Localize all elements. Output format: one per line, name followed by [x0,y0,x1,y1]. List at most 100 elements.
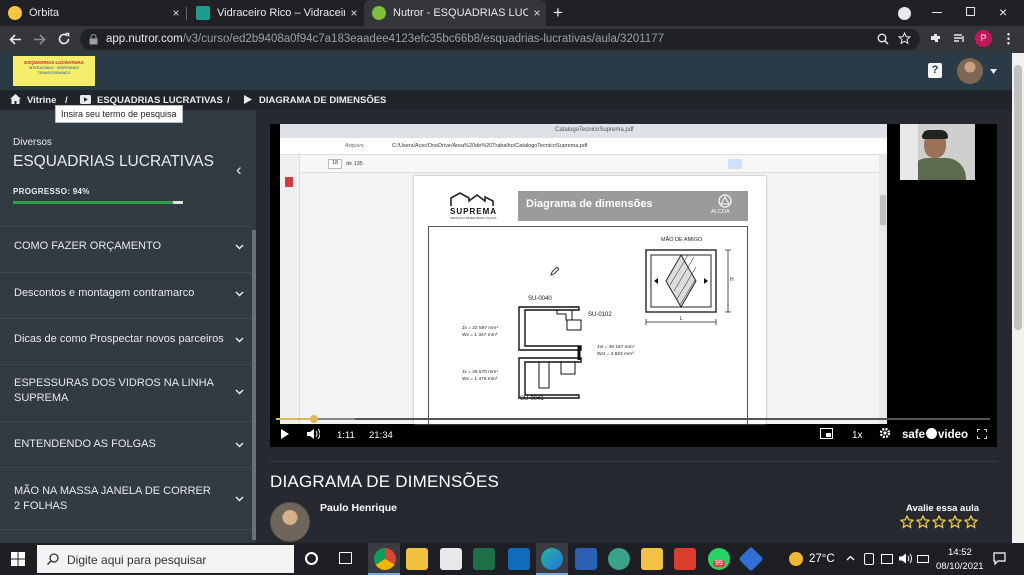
module-label: Descontos e montagem contramarco [14,287,195,299]
search-icon [47,553,59,565]
volume-icon[interactable] [307,429,320,439]
clock-date[interactable]: 08/10/2021 [936,561,984,572]
store-icon[interactable] [440,548,462,570]
spec-block: Jx = 22 597 mm⁴ Wx = 1 347 mm³ [462,326,499,338]
rating-star-icon[interactable] [964,515,978,529]
window-close-icon[interactable]: × [999,4,1007,20]
taskbar-search[interactable]: Digite aqui para pesquisar [37,545,294,573]
forward-arrow-icon[interactable] [33,33,46,46]
seek-handle[interactable] [309,415,318,423]
course-logo[interactable]: ESQUADRIAS LUCRATIVAS INTERAGINDO · INSP… [13,56,95,86]
chevron-down-icon[interactable] [990,69,997,74]
video-play-icon [80,95,91,104]
weather-temp[interactable]: 27°C [809,553,835,565]
task-view-icon[interactable] [339,552,352,564]
app-diamond-icon[interactable] [738,546,764,572]
tab-orbita[interactable]: Órbita × [0,0,185,26]
minimize-icon[interactable] [932,12,942,13]
cortana-icon[interactable] [305,552,318,565]
extensions-icon[interactable] [929,32,942,45]
course-category: Diversos [13,137,52,148]
clock-time[interactable]: 14:52 [948,547,972,558]
module-item[interactable]: ESPESSURAS DOS VIDROS NA LINHA SUPREMA [0,364,252,421]
playback-speed[interactable]: 1x [852,430,863,441]
volume-icon[interactable] [899,553,912,564]
module-item[interactable]: Dicas de como Prospectar novos parceiros [0,318,252,364]
reload-icon[interactable] [57,32,71,46]
user-avatar[interactable] [957,58,983,84]
current-time: 1:11 [337,430,355,441]
profile-avatar[interactable]: P [975,30,992,47]
folder-icon[interactable] [641,548,663,570]
browser-menu-icon[interactable] [1007,32,1010,45]
windows-start-icon[interactable] [11,552,25,566]
close-icon[interactable]: × [528,6,546,20]
close-icon[interactable]: × [167,6,185,20]
chevron-up-icon[interactable] [846,555,855,561]
lock-icon [89,34,98,45]
battery-icon[interactable] [917,555,929,563]
pdf-tab-title: CatalogoTecnicoSuprema.pdf [555,127,634,133]
pdf-address-bar: Arquivo C:/Users/Acer/OneDrive/Área%20de… [280,138,887,155]
shared-pdf-viewer: CatalogoTecnicoSuprema.pdf Arquivo C:/Us… [280,124,887,424]
profile-section-diagram [518,306,582,399]
settings-gear-icon[interactable] [879,427,891,439]
back-arrow-icon[interactable] [9,33,22,46]
module-item[interactable]: COMO FAZER ORÇAMENTO [0,226,252,272]
restore-icon[interactable] [966,7,975,16]
play-circle-icon [926,428,938,439]
browser-tab-strip: Órbita × Vidraceiro Rico – Vidraceiro Ri… [0,0,1024,26]
rating-star-icon[interactable] [900,515,914,529]
bookmark-star-icon[interactable] [898,32,911,45]
tab-vidraceiro-rico[interactable]: Vidraceiro Rico – Vidraceiro Rico × [188,0,363,26]
breadcrumb-home[interactable]: Vitrine [27,95,56,106]
pdf-browser-tabbar: CatalogoTecnicoSuprema.pdf [280,124,887,138]
tab-search-icon[interactable] [898,7,911,20]
excel-icon[interactable] [473,548,495,570]
mail-icon[interactable] [508,548,530,570]
play-icon[interactable] [281,429,289,439]
help-icon[interactable]: ? [928,63,942,78]
picture-in-picture-icon[interactable] [820,428,833,439]
progress-label: PROGRESSO: 94% [13,187,90,196]
office-icon[interactable] [674,548,696,570]
network-icon[interactable] [881,554,893,564]
collapse-sidebar-icon[interactable]: ‹ [236,160,242,180]
seek-bar[interactable] [276,415,990,423]
edge-icon[interactable] [541,548,563,570]
notifications-icon[interactable] [993,552,1006,565]
rating-star-icon[interactable] [916,515,930,529]
breadcrumb-separator: / [227,95,230,106]
tab-label: Vidraceiro Rico – Vidraceiro Rico [217,7,345,19]
meet-now-icon[interactable] [864,553,874,565]
module-item[interactable]: MÃO NA MASSA JANELA DE CORRER 2 FOLHAS [0,467,252,529]
new-tab-button[interactable]: + [553,3,563,23]
word-icon[interactable] [575,548,597,570]
rating-star-icon[interactable] [948,515,962,529]
pdf-heading: Diagrama de dimensões [526,198,653,210]
tab-nutror[interactable]: Nutror - ESQUADRIAS LUCRATIVAS × [364,0,546,26]
rating-star-icon[interactable] [932,515,946,529]
lesson-title: DIAGRAMA DE DIMENSÕES [270,472,500,491]
module-item[interactable] [0,529,252,543]
suprema-logo-icon [450,192,494,206]
pdf-side-panel [280,155,300,424]
video-player[interactable]: CatalogoTecnicoSuprema.pdf Arquivo C:/Us… [270,124,997,447]
app-icon[interactable] [608,548,630,570]
file-explorer-icon[interactable] [406,548,428,570]
chrome-icon[interactable] [374,548,396,570]
module-item[interactable]: Descontos e montagem contramarco [0,272,252,318]
media-queue-icon[interactable] [953,32,966,45]
scrollbar-thumb[interactable] [1014,65,1022,330]
module-label: MÃO NA MASSA JANELA DE CORRER 2 FOLHAS [14,485,211,512]
zoom-icon[interactable] [877,33,889,45]
close-icon[interactable]: × [345,6,363,20]
page-scrollbar[interactable] [1012,53,1024,543]
module-item[interactable]: ENTENDENDO AS FOLGAS [0,421,252,467]
chevron-down-icon [235,389,244,395]
fullscreen-icon[interactable] [977,429,987,439]
address-bar[interactable]: app.nutror.com/v3/curso/ed2b9408a0f94c7a… [80,29,920,50]
nutror-favicon-icon [372,6,386,20]
breadcrumb-lesson: DIAGRAMA DE DIMENSÕES [259,95,387,106]
spec-block: Jxt = 49 167 mm⁴ Wxt = 2 823 mm³ [597,345,635,357]
